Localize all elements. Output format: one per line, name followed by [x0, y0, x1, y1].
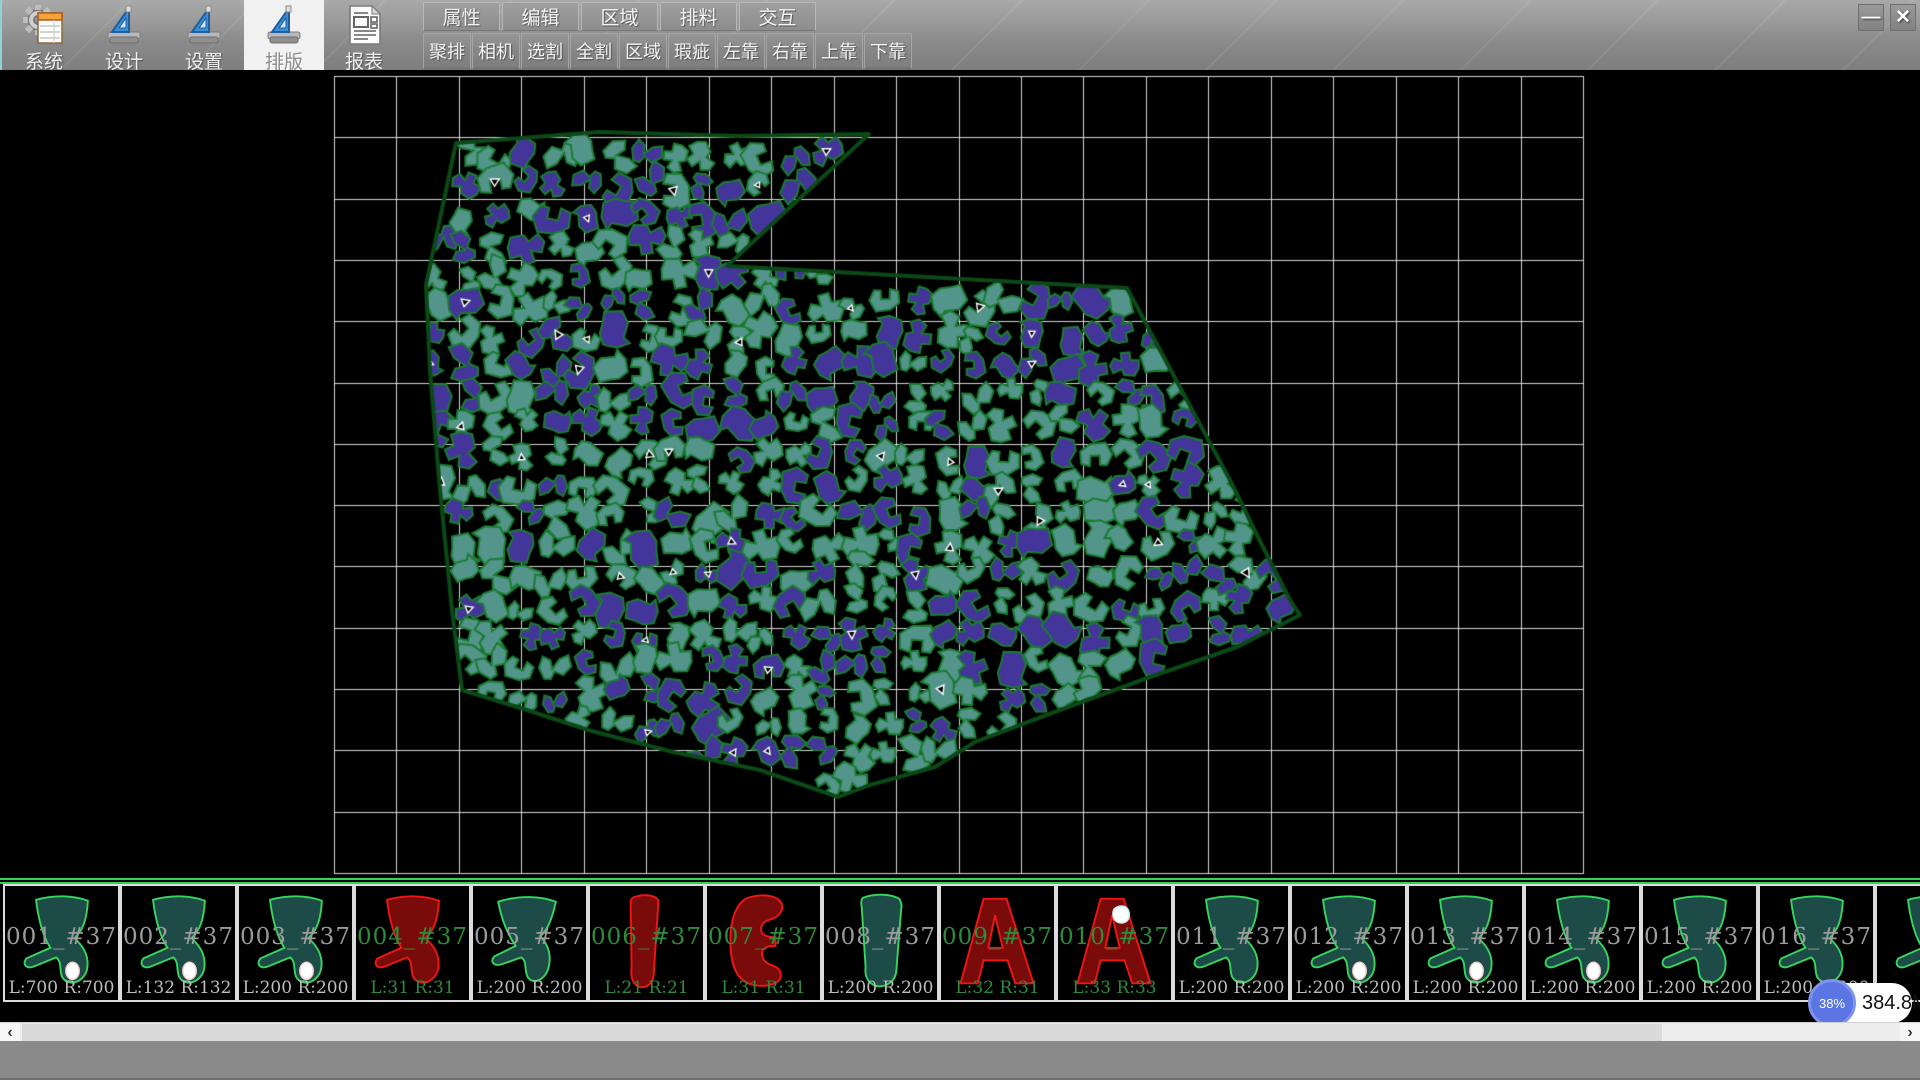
report-icon	[342, 4, 386, 46]
thumbnail-cell-1[interactable]: 001_#37 L:700 R:700	[3, 884, 120, 1002]
action-button-1[interactable]: 聚排	[423, 33, 471, 69]
menu-tab-5[interactable]: 交互	[739, 2, 816, 31]
main-button-4[interactable]: 排版	[244, 0, 324, 70]
thumbnail-cell-3[interactable]: 003_#37 L:200 R:200	[237, 884, 354, 1002]
action-button-9[interactable]: 上靠	[815, 33, 863, 69]
set-square-icon	[182, 4, 226, 46]
action-button-6[interactable]: 瑕疵	[668, 33, 716, 69]
minimize-button[interactable]: —	[1858, 4, 1884, 31]
main-button-5[interactable]: 报表	[324, 0, 404, 70]
piece-shape	[1066, 888, 1162, 998]
thumbnail-cell-9[interactable]: 009_#37 L:32 R:31	[939, 884, 1056, 1002]
main-button-2[interactable]: 设计	[84, 0, 164, 70]
main-button-3[interactable]: 设置	[164, 0, 244, 70]
window-bottom-edge	[0, 1041, 1920, 1080]
piece-shape	[1885, 888, 1920, 998]
thumbnail-cell-5[interactable]: 005_#37 L:200 R:200	[471, 884, 588, 1002]
thumbnail-cell-4[interactable]: 004_#37 L:31 R:31	[354, 884, 471, 1002]
piece-shape	[598, 888, 694, 998]
close-button[interactable]: ✕	[1890, 4, 1916, 31]
action-button-7[interactable]: 左靠	[717, 33, 765, 69]
set-square-icon	[102, 4, 146, 46]
piece-shape	[1534, 888, 1630, 998]
piece-shape	[949, 888, 1045, 998]
main-toolbar: 系统 设计 设置 排版	[0, 0, 1920, 70]
menu-tab-3[interactable]: 区域	[581, 2, 658, 31]
thumbnail-cell-12[interactable]: 012_#37 L:200 R:200	[1290, 884, 1407, 1002]
piece-shape	[247, 888, 343, 998]
thumbnail-cell-6[interactable]: 006_#37 L:21 R:21	[588, 884, 705, 1002]
main-button-1[interactable]: 系统	[4, 0, 84, 70]
menu-tab-1[interactable]: 属性	[423, 2, 500, 31]
thumbnail-cell-11[interactable]: 011_#37 L:200 R:200	[1173, 884, 1290, 1002]
window-controls: — ✕	[1858, 4, 1916, 31]
piece-shape	[364, 888, 460, 998]
scrollbar-thumb[interactable]	[22, 1024, 1662, 1041]
thumbnail-cell-13[interactable]: 013_#37 L:200 R:200	[1407, 884, 1524, 1002]
system-gear-icon	[22, 4, 66, 46]
set-square-icon	[262, 4, 306, 46]
piece-shape	[1300, 888, 1396, 998]
main-button-group: 系统 设计 设置 排版	[4, 0, 404, 70]
menu-tab-4[interactable]: 排料	[660, 2, 737, 31]
action-button-8[interactable]: 右靠	[766, 33, 814, 69]
set-square-icon	[182, 4, 226, 46]
piece-shape	[481, 888, 577, 998]
nesting-app-window: 系统 设计 设置 排版	[0, 0, 1920, 1080]
scroll-left-arrow-icon[interactable]: ‹	[0, 1023, 20, 1042]
action-button-row: 聚排相机选割全割区域瑕疵左靠右靠上靠下靠	[423, 33, 912, 69]
piece-shape	[1768, 888, 1864, 998]
set-square-icon	[262, 4, 306, 46]
report-icon	[342, 4, 386, 46]
thumbnail-cells: 001_#37 L:700 R:700 002_#37 L:132 R:132 …	[3, 884, 1920, 1002]
thumbnail-cell-8[interactable]: 008_#37 L:200 R:200	[822, 884, 939, 1002]
thumbnail-cell-7[interactable]: 007_#37 L:31 R:31	[705, 884, 822, 1002]
action-button-4[interactable]: 全割	[570, 33, 618, 69]
action-button-2[interactable]: 相机	[472, 33, 520, 69]
piece-shape	[1651, 888, 1747, 998]
strip-top-border	[0, 878, 1920, 880]
nesting-workspace-canvas[interactable]	[0, 70, 1920, 878]
thumbnail-cell-2[interactable]: 002_#37 L:132 R:132	[120, 884, 237, 1002]
action-button-5[interactable]: 区域	[619, 33, 667, 69]
horizontal-scrollbar[interactable]: ‹ ›	[0, 1022, 1920, 1041]
memory-label: 384.8M	[1862, 983, 1920, 1023]
system-gear-icon	[22, 4, 66, 46]
memory-status-badge: 38% 384.8M	[1812, 983, 1912, 1023]
menu-tab-2[interactable]: 编辑	[502, 2, 579, 31]
action-button-10[interactable]: 下靠	[864, 33, 912, 69]
thumbnail-cell-15[interactable]: 015_#37 L:200 R:200	[1641, 884, 1758, 1002]
piece-shape	[1417, 888, 1513, 998]
piece-shape	[715, 888, 811, 998]
thumbnail-cell-10[interactable]: 010_#37 L:33 R:33	[1056, 884, 1173, 1002]
set-square-icon	[102, 4, 146, 46]
thumbnail-cell-14[interactable]: 014_#37 L:200 R:200	[1524, 884, 1641, 1002]
piece-shape	[1183, 888, 1279, 998]
piece-shape	[130, 888, 226, 998]
piece-shape	[13, 888, 109, 998]
piece-shape	[832, 888, 928, 998]
scroll-right-arrow-icon[interactable]: ›	[1900, 1023, 1920, 1042]
progress-circle: 38%	[1808, 979, 1856, 1027]
action-button-3[interactable]: 选割	[521, 33, 569, 69]
piece-thumbnail-strip: 001_#37 L:700 R:700 002_#37 L:132 R:132 …	[0, 878, 1920, 1003]
menu-tab-row: 属性编辑区域排料交互	[423, 2, 816, 31]
